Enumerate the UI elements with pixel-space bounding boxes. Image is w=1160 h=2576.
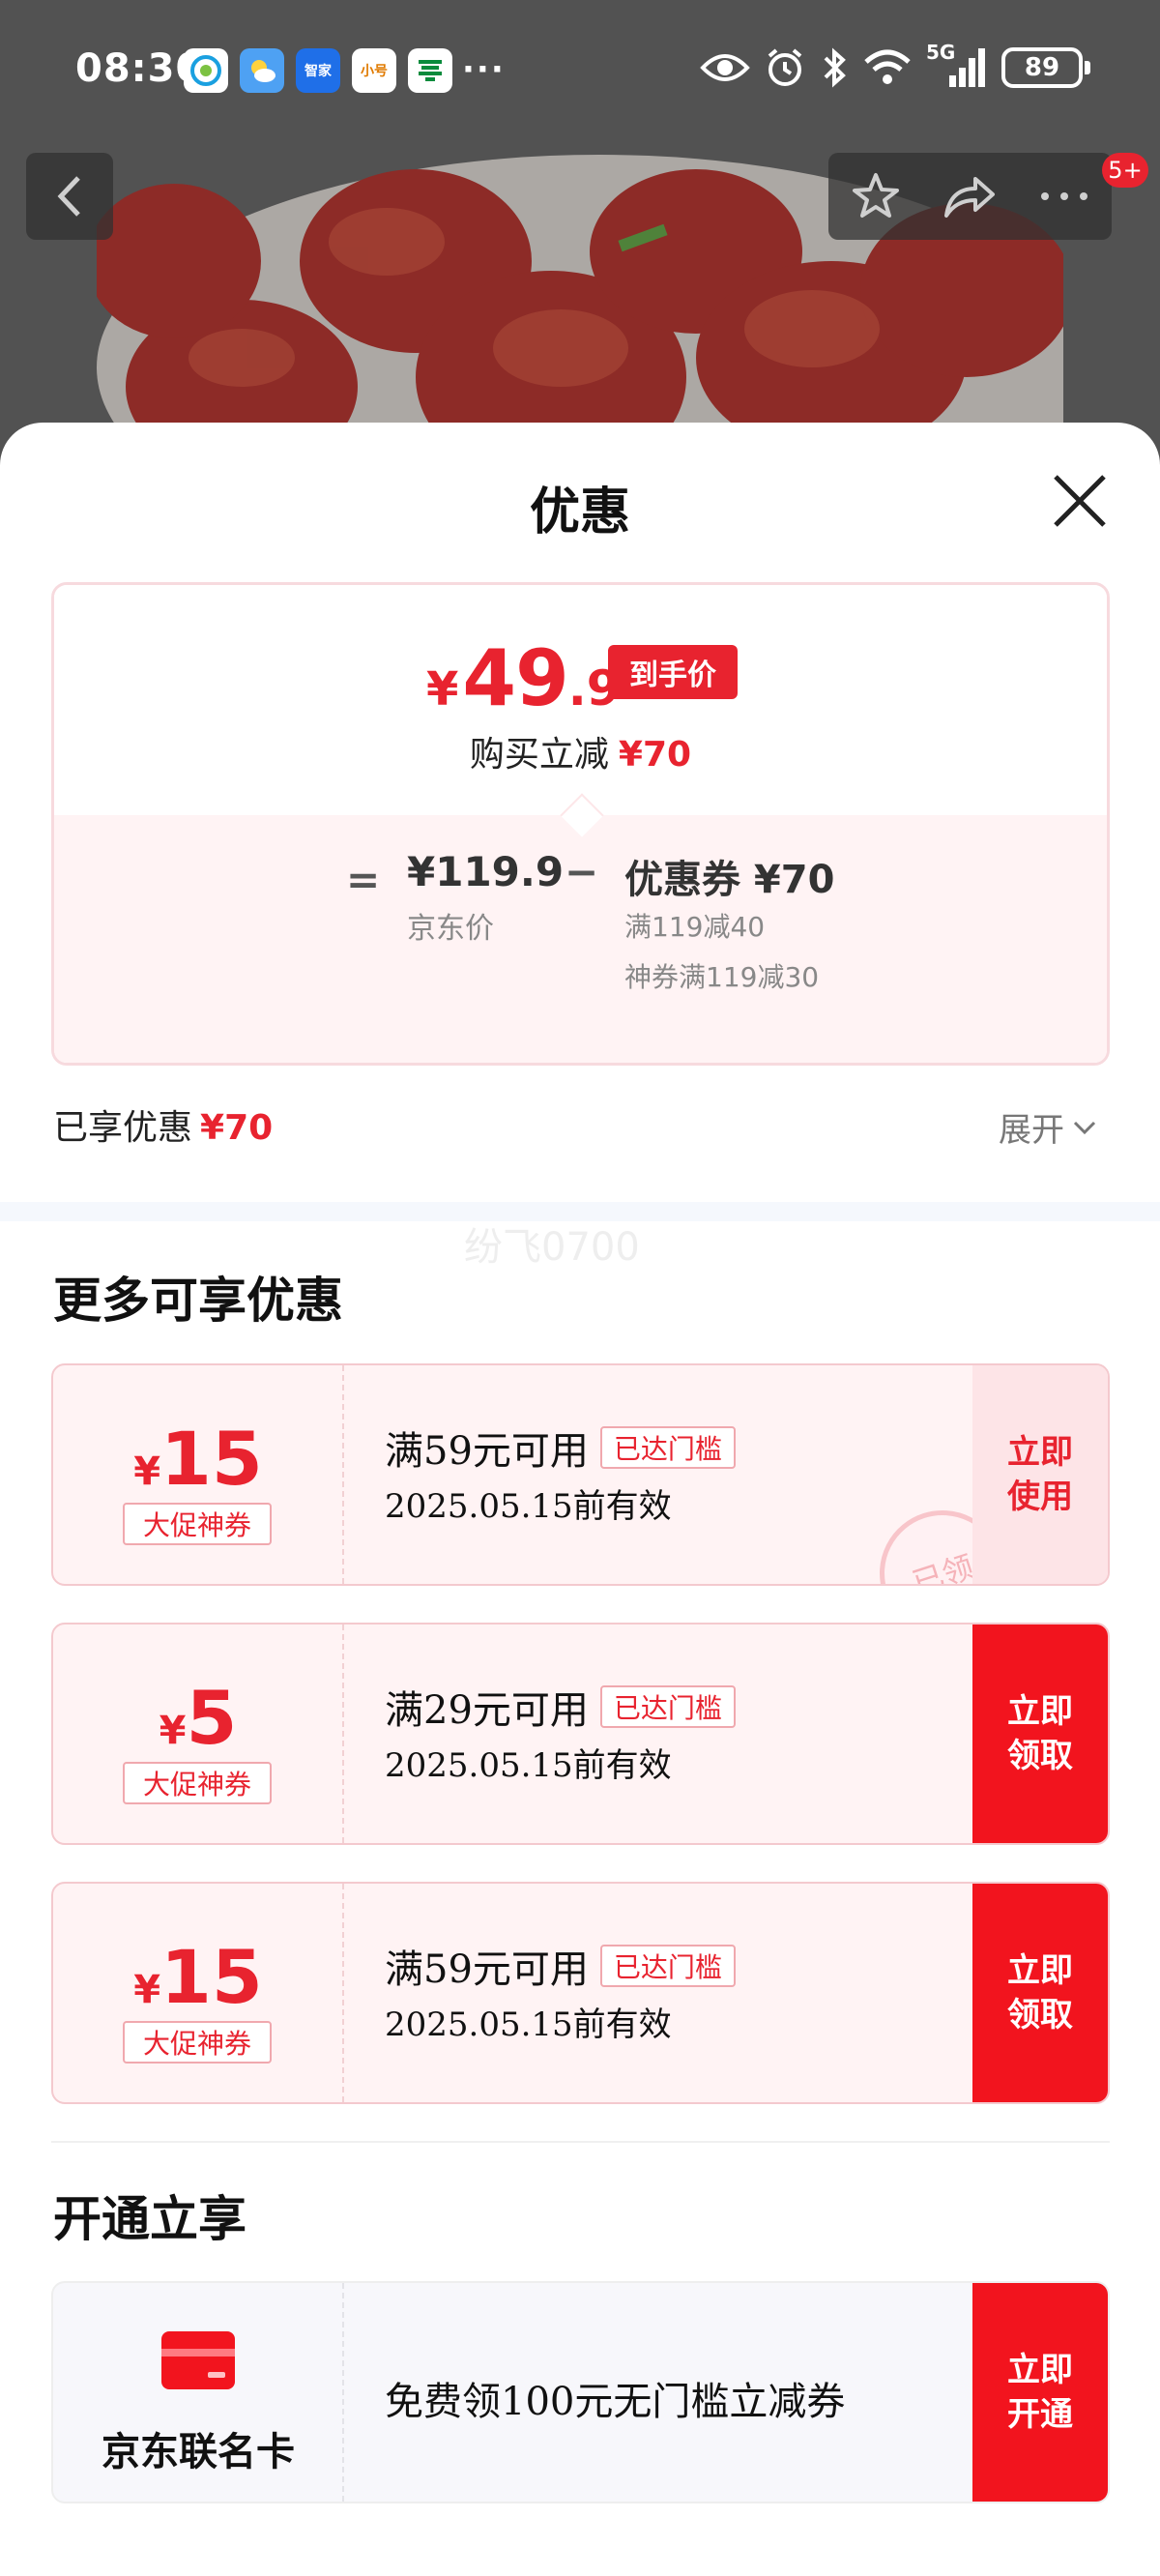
divider-line [51, 2141, 1110, 2143]
minus-sign: − [565, 848, 599, 895]
enjoyed-label: 已享优惠 [53, 1108, 193, 1148]
instant-cut-line: 购买立减 ¥70 [54, 726, 1107, 776]
equals-sign: = [346, 856, 381, 903]
notification-icons: 智家 小号 [184, 48, 452, 93]
open-now-button[interactable]: 立即 开通 [972, 2283, 1108, 2502]
coupon-value: 5 [186, 1675, 238, 1761]
system-icons: 5G 89 [700, 41, 1090, 89]
coupon-amount: ¥15 [53, 1416, 343, 1502]
battery-indicator: 89 [1001, 47, 1090, 88]
coupon-validity: 2025.05.15前有效 [385, 1487, 672, 1526]
coupon-validity: 2025.05.15前有效 [385, 1746, 672, 1785]
favorite-button[interactable] [832, 153, 919, 240]
arrive-price-tag: 到手价 [608, 645, 738, 699]
xiaohao-icon-text: 小号 [361, 64, 388, 79]
use-now-label: 立即 使用 [1007, 1433, 1073, 1516]
threshold-reached-tag: 已达门槛 [599, 1685, 736, 1728]
more-discounts-title: 更多可享优惠 [53, 1272, 343, 1329]
coupon-validity: 2025.05.15前有效 [385, 2005, 672, 2044]
discount-sheet: 优惠 ¥ 49 .9 到手价 购买立减 ¥70 = ¥119.9 京东价 − 优惠… [0, 423, 1160, 2576]
credit-card-icon [161, 2331, 235, 2389]
open-now-label: 立即 开通 [1007, 2351, 1073, 2434]
more-button[interactable] [1021, 153, 1108, 240]
coupon-type-tag: 大促神券 [123, 2021, 272, 2064]
expand-button[interactable]: 展开 [999, 1103, 1097, 1151]
coupon-currency: ¥ [133, 1968, 161, 2012]
watermark: 纷飞0700 [464, 1225, 640, 1270]
instant-cut-amount: ¥70 [618, 735, 692, 775]
jd-price: ¥119.9 [407, 848, 565, 895]
more-dots-icon [1041, 192, 1088, 200]
weather-icon [240, 48, 284, 93]
coupon-detail: 满119减40 [624, 911, 766, 943]
coupon-condition-text: 满59元可用 [385, 1429, 589, 1474]
chevron-left-icon [57, 176, 80, 217]
sheet-title: 优惠 [529, 483, 630, 542]
close-icon[interactable] [1050, 471, 1110, 531]
coupon-currency: ¥ [133, 1449, 161, 1494]
china-mobile-icon [184, 48, 228, 93]
message-badge: 5+ [1102, 153, 1148, 188]
star-icon [852, 173, 899, 218]
coupon-value: 15 [160, 1934, 263, 2020]
instant-cut-label: 购买立减 [469, 735, 609, 775]
coupon-type-tag: 大促神券 [123, 1503, 272, 1545]
share-button[interactable] [926, 153, 1013, 240]
coupon-type-tag: 大促神券 [123, 1762, 272, 1804]
coupon-condition-text: 满29元可用 [385, 1688, 589, 1733]
coupon-condition: 满29元可用 已达门槛 [385, 1679, 736, 1735]
signal-icon: 5G [926, 41, 988, 89]
final-price: ¥ 49 .9 [426, 633, 621, 723]
top-actions [828, 153, 1112, 240]
use-now-button[interactable]: 立即 使用 [972, 1365, 1108, 1584]
coupon-amount: ¥15 [53, 1934, 343, 2020]
card-name: 京东联名卡 [102, 2429, 295, 2474]
battery-level: 89 [1024, 53, 1060, 82]
enjoyed-amount: ¥70 [200, 1108, 274, 1148]
xiaohao-icon: 小号 [352, 48, 396, 93]
share-icon [944, 177, 996, 218]
price-summary-card: ¥ 49 .9 到手价 购买立减 ¥70 = ¥119.9 京东价 − 优惠券 ¥… [51, 582, 1110, 1066]
wifi-icon [864, 49, 911, 84]
smart-home-icon: 智家 [296, 48, 340, 93]
claim-now-button[interactable]: 立即 领取 [972, 1884, 1108, 2102]
coupon-currency: ¥ [159, 1709, 187, 1753]
coupon-card: ¥15 大促神券 满59元可用 已达门槛 2025.05.15前有效 已领 立即… [51, 1363, 1110, 1586]
co-branded-card-offer: 京东联名卡 免费领100元无门槛立减券 立即 开通 [51, 2281, 1110, 2503]
coupon-value: 15 [160, 1416, 263, 1502]
chevron-down-icon [1073, 1121, 1096, 1134]
coupon-detail: 神券满119减30 [624, 961, 820, 993]
more-notifications-icon: ··· [462, 50, 506, 89]
enjoyed-discount: 已享优惠 ¥70 [53, 1099, 273, 1150]
claim-now-label: 立即 领取 [1007, 1951, 1073, 2034]
coupon-condition-text: 满59元可用 [385, 1947, 589, 1992]
threshold-reached-tag: 已达门槛 [599, 1426, 736, 1469]
coupon-condition: 满59元可用 已达门槛 [385, 1420, 736, 1476]
final-price-integer: 49 [462, 633, 568, 723]
claim-now-label: 立即 领取 [1007, 1692, 1073, 1775]
coupon-condition: 满59元可用 已达门槛 [385, 1938, 736, 1994]
alarm-icon [768, 48, 802, 86]
coupon-card: ¥5 大促神券 满29元可用 已达门槛 2025.05.15前有效 立即 领取 [51, 1623, 1110, 1845]
status-bar: 08:30 智家 小号 ··· 5G 89 [0, 0, 1160, 145]
smart-home-icon-text: 智家 [304, 64, 332, 79]
china-post-icon [408, 48, 452, 93]
back-button[interactable] [26, 153, 113, 240]
jd-price-label: 京东价 [407, 912, 494, 946]
expand-label: 展开 [999, 1111, 1064, 1150]
card-offer-text: 免费领100元无门槛立减券 [385, 2380, 846, 2424]
coupon-amount: ¥5 [53, 1675, 343, 1761]
currency-symbol: ¥ [426, 662, 459, 717]
threshold-reached-tag: 已达门槛 [599, 1945, 736, 1987]
claim-now-button[interactable]: 立即 领取 [972, 1625, 1108, 1843]
eye-icon [700, 54, 750, 81]
open-to-enjoy-title: 开通立享 [53, 2190, 246, 2247]
coupon-total: 优惠券 ¥70 [624, 858, 835, 902]
coupon-card: ¥15 大促神券 满59元可用 已达门槛 2025.05.15前有效 立即 领取 [51, 1882, 1110, 2104]
bluetooth-icon [824, 47, 846, 88]
